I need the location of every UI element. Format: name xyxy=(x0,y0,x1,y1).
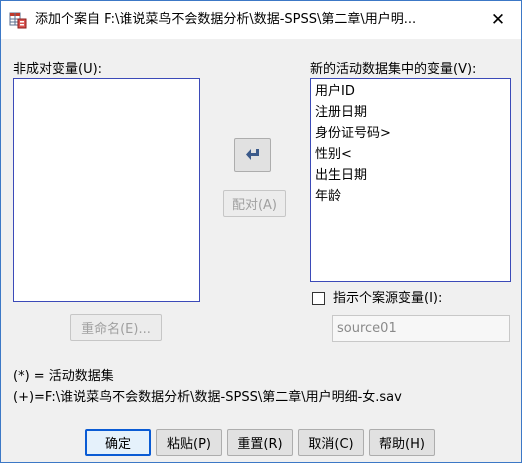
unpaired-variables-list[interactable] xyxy=(13,78,200,302)
source-file-note: (+)=F:\谁说菜鸟不会数据分析\数据-SPSS\第二章\用户明细-女.sav xyxy=(13,390,402,405)
unpaired-variables-label: 非成对变量(U): xyxy=(13,62,103,77)
active-dataset-variables-label: 新的活动数据集中的变量(V): xyxy=(310,62,477,77)
rename-button[interactable]: 重命名(E)... xyxy=(70,314,162,341)
list-item[interactable]: 年龄 xyxy=(311,186,510,207)
close-button[interactable]: ✕ xyxy=(475,1,521,39)
help-button[interactable]: 帮助(H) xyxy=(369,429,435,456)
pair-button[interactable]: 配对(A) xyxy=(223,190,286,217)
active-dataset-note: (*) = 活动数据集 xyxy=(13,369,114,384)
title-bar: 添加个案自 F:\谁说菜鸟不会数据分析\数据-SPSS\第二章\用户明... ✕ xyxy=(1,1,521,39)
case-source-input[interactable]: source01 xyxy=(332,315,510,342)
case-source-checkbox[interactable] xyxy=(312,292,325,305)
list-item[interactable]: 性别< xyxy=(311,144,510,165)
list-item[interactable]: 注册日期 xyxy=(311,102,510,123)
paste-button[interactable]: 粘贴(P) xyxy=(156,429,222,456)
list-item[interactable]: 用户ID xyxy=(311,81,510,102)
window-title: 添加个案自 F:\谁说菜鸟不会数据分析\数据-SPSS\第二章\用户明... xyxy=(35,12,417,27)
active-dataset-variables-list[interactable]: 用户ID 注册日期 身份证号码> 性别< 出生日期 年龄 xyxy=(310,78,511,282)
add-cases-dialog: 添加个案自 F:\谁说菜鸟不会数据分析\数据-SPSS\第二章\用户明... ✕… xyxy=(0,0,522,463)
spss-table-icon xyxy=(9,12,27,29)
ok-button[interactable]: 确定 xyxy=(85,429,151,456)
cancel-button[interactable]: 取消(C) xyxy=(298,429,364,456)
reset-button[interactable]: 重置(R) xyxy=(227,429,293,456)
list-item[interactable]: 出生日期 xyxy=(311,165,510,186)
list-item[interactable]: 身份证号码> xyxy=(311,123,510,144)
case-source-checkbox-label: 指示个案源变量(I): xyxy=(333,291,443,306)
move-left-button[interactable] xyxy=(234,138,271,172)
close-icon: ✕ xyxy=(490,10,506,30)
left-arrow-icon xyxy=(245,149,259,160)
